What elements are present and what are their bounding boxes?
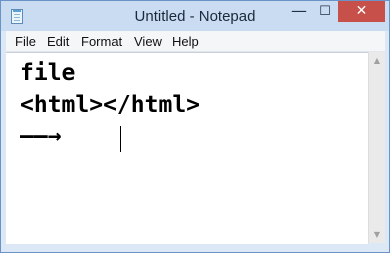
scroll-up-arrow-icon[interactable]: ▲ — [369, 52, 385, 69]
close-icon: ✕ — [355, 3, 368, 19]
maximize-icon: ☐ — [319, 4, 331, 19]
menu-format[interactable]: Format — [81, 34, 122, 49]
close-button[interactable]: ✕ — [338, 1, 385, 22]
vertical-scrollbar[interactable]: ▲ ▼ — [368, 52, 385, 243]
notepad-window: Untitled - Notepad — ☐ ✕ File Edit Forma… — [0, 0, 390, 253]
menu-file[interactable]: File — [15, 34, 36, 49]
title-bar[interactable]: Untitled - Notepad — ☐ ✕ — [1, 1, 389, 31]
menu-view[interactable]: View — [134, 34, 162, 49]
editor-line: file — [20, 60, 76, 86]
minimize-icon: — — [291, 1, 307, 20]
menu-edit[interactable]: Edit — [47, 34, 69, 49]
menu-help[interactable]: Help — [172, 34, 199, 49]
menu-bar: File Edit Format View Help — [6, 31, 385, 52]
scroll-down-arrow-icon[interactable]: ▼ — [369, 226, 385, 243]
editor-line: ——→ — [20, 123, 62, 149]
editor-line: <html></html> — [20, 92, 201, 118]
maximize-button[interactable]: ☐ — [312, 1, 338, 22]
text-editor-area[interactable]: file <html></html> ——→ — [6, 52, 368, 244]
minimize-button[interactable]: — — [286, 1, 312, 22]
window-bottom-frame — [1, 244, 389, 252]
text-caret — [120, 126, 121, 152]
